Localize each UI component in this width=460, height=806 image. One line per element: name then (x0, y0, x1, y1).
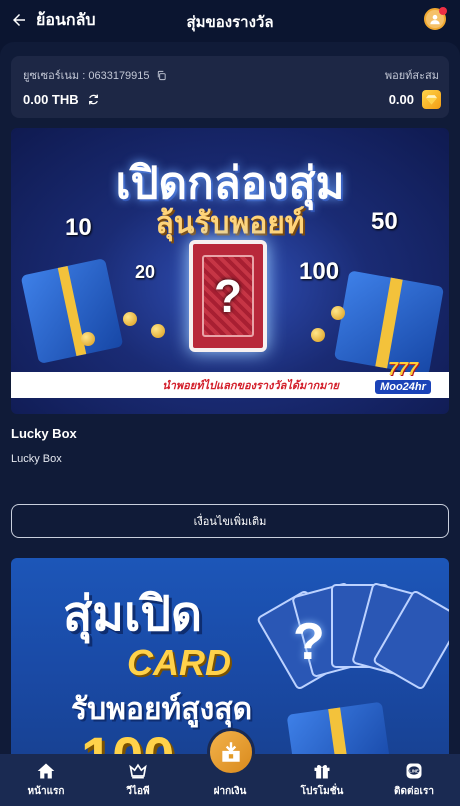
gift-box (286, 701, 392, 754)
points-row: 0.00 (389, 90, 441, 109)
brand-logo: 777 Moo24hr (363, 350, 443, 402)
username-label: ยูซเซอร์เนม : 0633179915 (23, 70, 150, 82)
page-title: สุ่มของรางวัล (186, 14, 274, 31)
nav-label-deposit: ฝากเงิน (213, 786, 247, 797)
mystery-card-symbol: ? (202, 255, 254, 337)
mystery-card: ? (189, 240, 267, 352)
banner2-line1: สุ่มเปิด (63, 588, 202, 641)
more-conditions-button[interactable]: เงื่อนไขเพิ่มเติม (11, 504, 449, 538)
svg-text:LINE: LINE (409, 768, 419, 773)
copy-icon[interactable] (156, 70, 167, 81)
reward-number-100: 100 (299, 258, 340, 285)
home-icon (37, 763, 55, 779)
gift-icon (314, 765, 330, 779)
reward-number-10: 10 (65, 214, 92, 241)
balance-row: 0.00 THB (23, 92, 100, 107)
brand-logo-bottom: Moo24hr (375, 379, 431, 394)
main-content: ยูซเซอร์เนม : 0633179915 พอยท์สะสม 0.00 … (0, 42, 460, 754)
nav-item-home[interactable]: หน้าแรก (0, 754, 92, 806)
nav-item-vip[interactable]: วีไอพี (92, 754, 184, 806)
reward-number-50: 50 (371, 208, 398, 235)
banner2-line4: 100 (81, 724, 174, 754)
coin-icon (81, 332, 95, 346)
nav-label-home: หน้าแรก (27, 786, 65, 797)
lucky-box-banner[interactable]: เปิดกล่องสุ่ม ลุ้นรับพอยท์ 10 50 20 100 … (11, 128, 449, 414)
banner-strip-text: นำพอยท์ไปแลกของรางวัลได้มากมาย (162, 380, 339, 392)
gift-box-left (20, 258, 124, 364)
balance-value: 0.00 THB (23, 92, 79, 107)
crown-icon (129, 763, 147, 779)
reward-number-20: 20 (135, 262, 156, 282)
item-description: Lucky Box (11, 453, 62, 465)
item-title: Lucky Box (11, 426, 77, 441)
banner2-line2: CARD (127, 642, 231, 683)
username-row: ยูซเซอร์เนม : 0633179915 (23, 66, 167, 84)
point-gem-icon (422, 90, 441, 109)
coin-icon (331, 306, 345, 320)
user-avatar-icon[interactable] (424, 7, 447, 30)
nav-label-vip: วีไอพี (126, 786, 150, 797)
coin-icon (151, 324, 165, 338)
notification-dot (439, 7, 447, 15)
points-value: 0.00 (388, 92, 414, 107)
refresh-icon[interactable] (87, 93, 100, 106)
account-info-card: ยูซเซอร์เนม : 0633179915 พอยท์สะสม 0.00 … (11, 56, 449, 118)
deposit-box-icon (222, 742, 240, 762)
deposit-icon[interactable] (207, 728, 255, 776)
nav-label-contact: ติดต่อเรา (394, 786, 434, 797)
coin-icon (123, 312, 137, 326)
nav-item-contact[interactable]: LINE ติดต่อเรา (368, 754, 460, 806)
coin-icon (311, 328, 325, 342)
nav-item-promotion[interactable]: โปรโมชั่น (276, 754, 368, 806)
line-chat-icon: LINE (406, 763, 422, 779)
points-label: พอยท์สะสม (384, 70, 439, 82)
brand-logo-top: 777 (387, 358, 419, 379)
top-bar: ย้อนกลับ สุ่มของรางวัล (0, 0, 460, 40)
nav-label-promotion: โปรโมชั่น (300, 786, 344, 797)
card-draw-banner[interactable]: ? สุ่มเปิด CARD รับพอยท์สูงสุด 100 (11, 558, 449, 754)
card-question-mark: ? (293, 613, 325, 671)
